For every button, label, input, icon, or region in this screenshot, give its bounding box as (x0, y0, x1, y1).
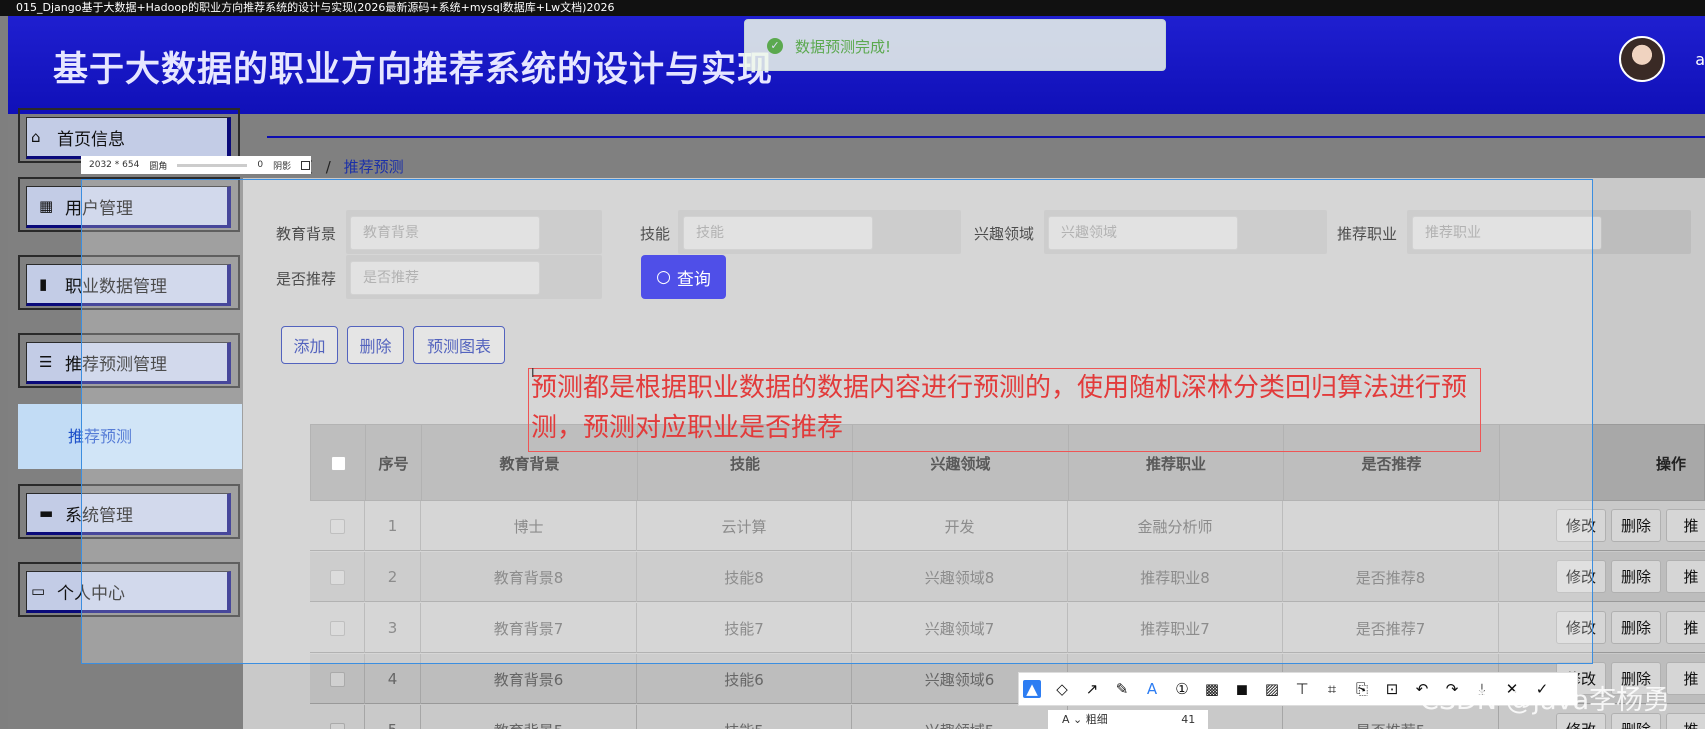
font-size-label[interactable]: A ⌄ 粗细 (1062, 713, 1108, 726)
id-card-icon: ▭ (31, 582, 46, 600)
more-button[interactable]: 推 (1666, 662, 1705, 695)
corner-slider[interactable] (177, 163, 248, 167)
more-button[interactable]: 推 (1666, 560, 1705, 593)
grid-icon: ▦ (39, 197, 54, 215)
pin-icon[interactable]: ▲ (1023, 680, 1041, 698)
corner-value: 0 (257, 160, 264, 170)
row-checkbox[interactable] (329, 722, 345, 729)
shape-icon[interactable]: ◇ (1053, 680, 1071, 698)
delete-row-button[interactable]: 删除 (1611, 509, 1661, 542)
pin-top-icon[interactable]: ⊤ (1293, 680, 1311, 698)
header-divider (267, 136, 1705, 138)
delete-row-button[interactable]: 删除 (1611, 560, 1661, 593)
row-index: 5 (365, 705, 421, 729)
row-interest: 兴趣领域5 (852, 705, 1068, 729)
pen-icon[interactable]: ✎ (1113, 680, 1131, 698)
breadcrumb-separator: / (325, 158, 331, 176)
sidebar-item-label: 首页信息 (57, 129, 125, 150)
row-edu: 教育背景5 (421, 705, 637, 729)
more-button[interactable]: 推 (1666, 611, 1705, 644)
delete-row-button[interactable]: 删除 (1611, 611, 1661, 644)
breadcrumb-current: 推荐预测 (343, 158, 404, 176)
screen-root: 015_Django基于大数据+Hadoop的职业方向推荐系统的设计与实现(20… (0, 0, 1705, 729)
user-avatar[interactable] (1619, 36, 1665, 82)
user-name[interactable]: a (1695, 50, 1705, 69)
selection-size: 2032 * 654 (89, 160, 140, 170)
monitor-icon: ▬ (39, 504, 54, 522)
corner-label: 圆角 (149, 161, 168, 172)
watermark: CSDN @java李杨勇 (1420, 685, 1671, 716)
selection-info-bar: 2032 * 654 圆角 0 阴影 (81, 156, 311, 174)
text-tool-icon[interactable]: A (1143, 680, 1161, 698)
text-cursor-icon: I (531, 366, 535, 380)
toast-message: 数据预测完成! (795, 38, 892, 56)
thickness-value: 41 (1181, 713, 1196, 726)
translate-icon[interactable]: ⎘ (1353, 680, 1371, 698)
more-button[interactable]: 推 (1666, 713, 1705, 729)
shadow-checkbox[interactable] (301, 160, 311, 170)
hatch-icon[interactable]: ▨ (1263, 680, 1281, 698)
home-icon: ⌂ (31, 128, 41, 146)
sidebar-item-home[interactable]: ⌂ 首页信息 (18, 108, 240, 163)
blur-icon[interactable]: ◼ (1233, 680, 1251, 698)
more-button[interactable]: 推 (1666, 509, 1705, 542)
row-checkbox-cell[interactable] (310, 705, 365, 729)
book-icon: ▮ (39, 275, 48, 293)
app-title: 基于大数据的职业方向推荐系统的设计与实现 (53, 50, 774, 90)
arrow-icon[interactable]: ↗ (1083, 680, 1101, 698)
video-title: 015_Django基于大数据+Hadoop的职业方向推荐系统的设计与实现(20… (0, 0, 1705, 16)
row-skill: 技能5 (637, 705, 852, 729)
row-checkbox[interactable] (329, 671, 345, 687)
crop-icon[interactable]: ⌗ (1323, 680, 1341, 698)
ocr-icon[interactable]: ⊡ (1383, 680, 1401, 698)
check-circle-icon: ✓ (767, 38, 783, 54)
text-options-bar: A ⌄ 粗细 41 (1048, 710, 1208, 729)
mosaic-icon[interactable]: ▩ (1203, 680, 1221, 698)
success-toast: ✓ 数据预测完成! (744, 19, 1166, 71)
shadow-label: 阴影 (273, 161, 292, 172)
sliders-icon: ☰ (39, 353, 53, 371)
number-icon[interactable]: ① (1173, 680, 1191, 698)
annotation-text: 预测都是根据职业数据的数据内容进行预测的，使用随机深林分类回归算法进行预测，预测… (531, 373, 1468, 443)
